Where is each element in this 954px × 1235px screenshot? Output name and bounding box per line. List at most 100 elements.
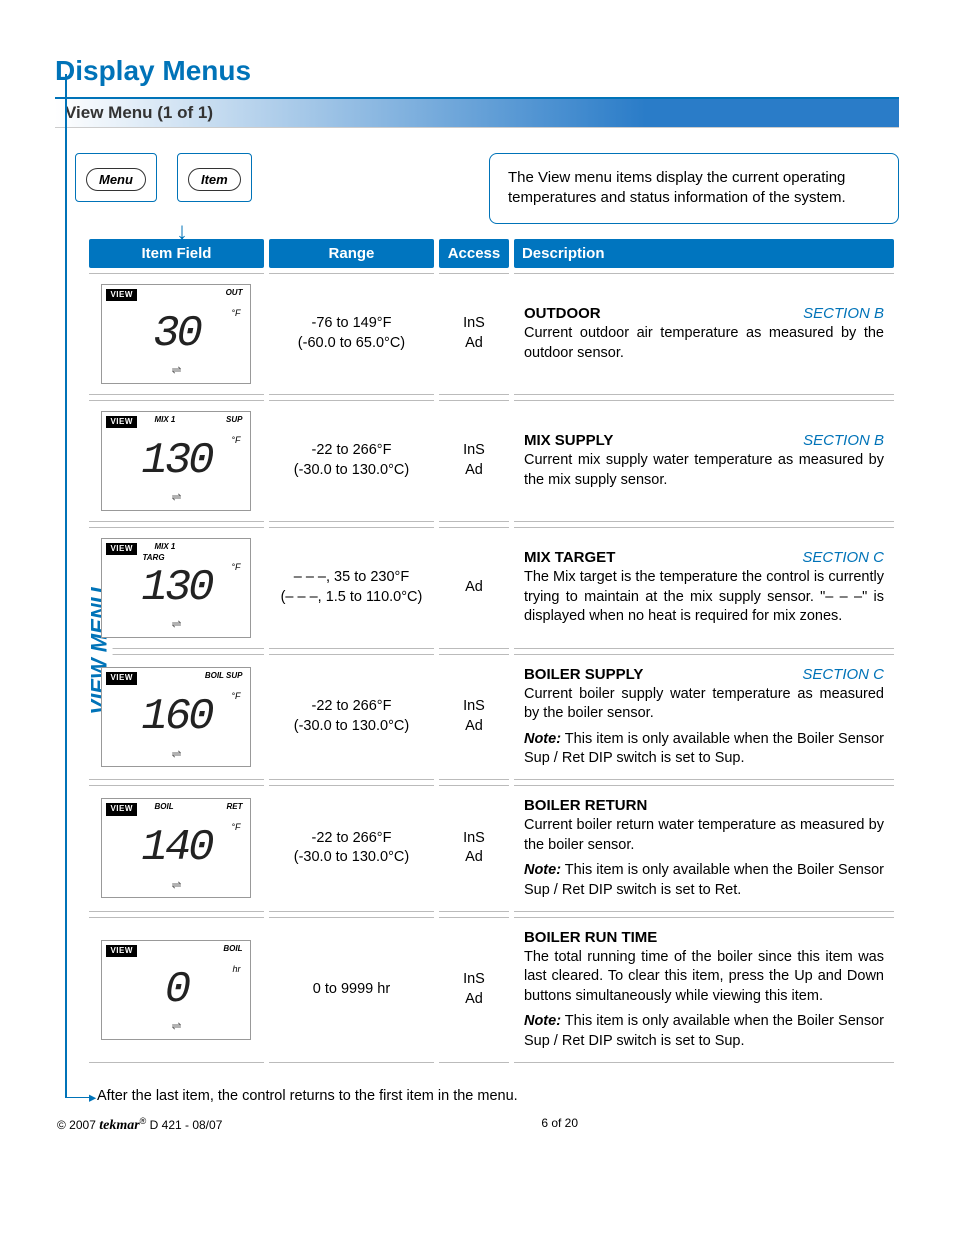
access-cell: InSAd xyxy=(439,654,509,781)
access-line2: Ad xyxy=(449,578,499,598)
lcd-display: VIEWMIX 1TARG130°F⇌ xyxy=(101,538,251,638)
lcd-unit: °F xyxy=(231,307,240,319)
after-note: ▸ After the last item, the control retur… xyxy=(97,1088,899,1104)
desc-body: Current mix supply water temperature as … xyxy=(524,451,884,490)
description-cell: BOILER RUN TIMEThe total running time of… xyxy=(514,917,894,1063)
item-field-cell: VIEWMIX 1SUP130°F⇌ xyxy=(89,400,264,522)
access-line2: Ad xyxy=(449,848,499,868)
lcd-value: 160 xyxy=(102,688,250,747)
description-cell: OUTDOORSECTION BCurrent outdoor air temp… xyxy=(514,273,894,395)
item-field-cell: VIEW BOIL SUP 160°F ⇌ xyxy=(89,654,264,781)
lcd-value: 130 xyxy=(102,559,250,618)
access-line2: Ad xyxy=(449,990,499,1010)
lcd-unit: °F xyxy=(231,690,240,702)
access-cell: InSAd xyxy=(439,273,509,395)
desc-body: The Mix target is the temperature the co… xyxy=(524,568,884,627)
lcd-arrows-icon: ⇌ xyxy=(102,1018,250,1034)
note-label: Note: xyxy=(524,862,561,878)
lcd-arrows-icon: ⇌ xyxy=(102,362,250,378)
range-line2: (-30.0 to 130.0°C) xyxy=(279,717,424,737)
table-row: VIEWOUT30°F⇌-76 to 149°F(-60.0 to 65.0°C… xyxy=(89,273,894,395)
desc-section: SECTION C xyxy=(802,548,884,568)
range-cell: – – –, 35 to 230°F(– – –, 1.5 to 110.0°C… xyxy=(269,527,434,649)
range-line2: (– – –, 1.5 to 110.0°C) xyxy=(279,588,424,608)
desc-body: The total running time of the boiler sin… xyxy=(524,948,884,1007)
desc-section: SECTION C xyxy=(802,665,884,685)
desc-body: Current boiler return water temperature … xyxy=(524,816,884,855)
item-button[interactable]: Item xyxy=(188,168,241,191)
lcd-display: VIEWOUT30°F⇌ xyxy=(101,284,251,384)
range-cell: -22 to 266°F(-30.0 to 130.0°C) xyxy=(269,400,434,522)
range-line1: -22 to 266°F xyxy=(279,829,424,849)
access-line2: Ad xyxy=(449,334,499,354)
after-note-text: After the last item, the control returns… xyxy=(97,1088,518,1104)
lcd-value: 0 xyxy=(102,961,250,1020)
desc-note: Note: This item is only available when t… xyxy=(524,730,884,769)
desc-name: MIX SUPPLY xyxy=(524,431,613,451)
desc-name: MIX TARGET xyxy=(524,548,615,568)
footer-center: 6 of 20 xyxy=(541,1116,578,1134)
menu-button[interactable]: Menu xyxy=(86,168,146,191)
footer-copy: © 2007 xyxy=(57,1118,96,1132)
range-line1: -22 to 266°F xyxy=(279,697,424,717)
range-cell: -22 to 266°F(-30.0 to 130.0°C) xyxy=(269,654,434,781)
item-pill-box: Item xyxy=(177,153,252,202)
lcd-badge: VIEW xyxy=(106,672,136,685)
lcd-label-1: BOIL xyxy=(154,802,173,813)
range-cell: -22 to 266°F(-30.0 to 130.0°C) xyxy=(269,785,434,912)
item-field-cell: VIEWBOIL0hr⇌ xyxy=(89,917,264,1063)
item-field-cell: VIEWOUT30°F⇌ xyxy=(89,273,264,395)
lcd-badge: VIEW xyxy=(106,289,136,302)
access-line1: InS xyxy=(449,970,499,990)
desc-note: Note: This item is only available when t… xyxy=(524,1012,884,1051)
lcd-arrows-icon: ⇌ xyxy=(102,616,250,632)
view-menu-table: Item Field Range Access Description VIEW… xyxy=(84,234,899,1068)
th-range: Range xyxy=(269,239,434,268)
description-cell: BOILER SUPPLYSECTION CCurrent boiler sup… xyxy=(514,654,894,781)
access-cell: InSAd xyxy=(439,785,509,912)
access-cell: Ad xyxy=(439,527,509,649)
footer-brand: tekmar xyxy=(99,1118,139,1133)
desc-name: BOILER RETURN xyxy=(524,796,647,816)
lcd-unit: °F xyxy=(231,821,240,833)
lcd-label-2: SUP xyxy=(226,415,242,426)
lcd-arrows-icon: ⇌ xyxy=(102,746,250,762)
access-cell: InSAd xyxy=(439,917,509,1063)
lcd-label-2: BOIL SUP xyxy=(205,671,243,682)
desc-section: SECTION B xyxy=(803,304,884,324)
access-line2: Ad xyxy=(449,461,499,481)
rail-line xyxy=(65,74,67,1098)
lcd-label-2: OUT xyxy=(226,288,243,299)
table-row: VIEWBOILRET140°F⇌-22 to 266°F(-30.0 to 1… xyxy=(89,785,894,912)
lcd-unit: hr xyxy=(232,963,240,975)
lcd-display: VIEWBOIL0hr⇌ xyxy=(101,940,251,1040)
description-cell: BOILER RETURNCurrent boiler return water… xyxy=(514,785,894,912)
desc-name: BOILER SUPPLY xyxy=(524,665,643,685)
lcd-label-1: MIX 1 xyxy=(154,415,175,426)
arrow-right-icon: ▸ xyxy=(89,1090,96,1106)
description-cell: MIX TARGET SECTION CThe Mix target is the… xyxy=(514,527,894,649)
lcd-value: 140 xyxy=(102,819,250,878)
lcd-unit: °F xyxy=(231,434,240,446)
th-item: Item Field xyxy=(89,239,264,268)
lcd-badge: VIEW xyxy=(106,803,136,816)
note-label: Note: xyxy=(524,731,561,747)
range-line1: – – –, 35 to 230°F xyxy=(279,568,424,588)
table-row: VIEWMIX 1SUP130°F⇌-22 to 266°F(-30.0 to … xyxy=(89,400,894,522)
menu-pill-box: Menu xyxy=(75,153,157,202)
item-field-cell: VIEWBOILRET140°F⇌ xyxy=(89,785,264,912)
access-cell: InSAd xyxy=(439,400,509,522)
lcd-display: VIEWBOILRET140°F⇌ xyxy=(101,798,251,898)
section-subtitle: View Menu (1 of 1) xyxy=(55,97,899,128)
access-line1: InS xyxy=(449,829,499,849)
desc-note: Note: This item is only available when t… xyxy=(524,861,884,900)
access-line1: InS xyxy=(449,314,499,334)
th-access: Access xyxy=(439,239,509,268)
range-line1: 0 to 9999 hr xyxy=(279,980,424,1000)
info-box: The View menu items display the current … xyxy=(489,153,899,224)
lcd-value: 130 xyxy=(102,432,250,491)
lcd-label-1: MIX 1 xyxy=(154,542,175,553)
description-cell: MIX SUPPLYSECTION BCurrent mix supply wa… xyxy=(514,400,894,522)
th-desc: Description xyxy=(514,239,894,268)
footer-doc: D 421 - 08/07 xyxy=(146,1118,222,1132)
